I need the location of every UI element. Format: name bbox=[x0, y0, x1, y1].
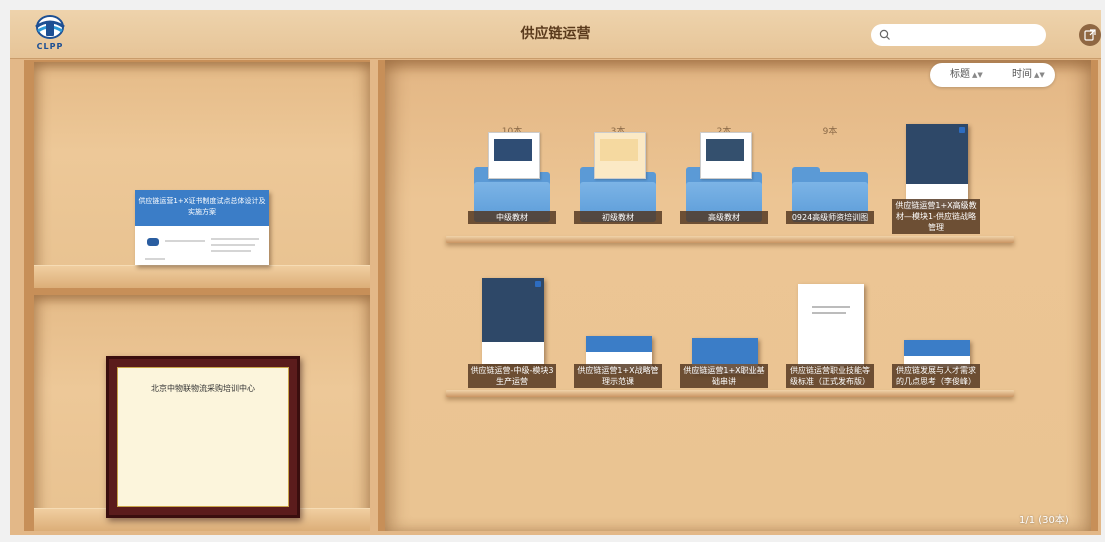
book-item[interactable]: 供应链运营1+X职业基础串讲 bbox=[680, 278, 768, 388]
search-box[interactable] bbox=[871, 24, 1046, 46]
text-line bbox=[211, 250, 251, 252]
book-item[interactable]: 供应链运营1+X高级教材—模块1-供应链战略管理 bbox=[892, 124, 980, 234]
item-label: 供应链运营1+X战略管理示范课 bbox=[574, 364, 662, 388]
book-item[interactable]: 供应链运营职业技能等级标准（正式发布版） bbox=[786, 278, 874, 388]
cover-art bbox=[586, 336, 652, 352]
item-label: 供应链发展与人才需求的几点思考（李俊峰） bbox=[892, 364, 980, 388]
plan-book[interactable]: 供应链运营1+X证书制度试点总体设计及实施方案 bbox=[135, 190, 269, 265]
text-line bbox=[145, 258, 165, 260]
search-icon bbox=[879, 29, 890, 40]
shelf-plank bbox=[446, 390, 1014, 397]
book-item[interactable]: 供应链运营1+X战略管理示范课 bbox=[574, 278, 662, 388]
item-label: 供应链运营职业技能等级标准（正式发布版） bbox=[786, 364, 874, 388]
book-cover bbox=[798, 284, 864, 366]
folder-item[interactable]: 2本 高级教材 bbox=[680, 124, 768, 224]
item-label: 0924高级师资培训图 bbox=[786, 211, 874, 224]
plan-book-logo-icon bbox=[147, 238, 159, 246]
sort-title-label: 标题 bbox=[950, 69, 970, 80]
shelf-floor bbox=[34, 265, 370, 288]
book-cover bbox=[482, 278, 544, 364]
text-line bbox=[165, 240, 205, 242]
item-count: 9本 bbox=[822, 127, 838, 137]
plan-book-title: 供应链运营1+X证书制度试点总体设计及实施方案 bbox=[135, 190, 269, 226]
cover-art bbox=[904, 340, 970, 356]
certificate-inner: 北京中物联物流采购培训中心 bbox=[117, 367, 289, 507]
sort-bar: 标题 ▲▼ 时间 ▲▼ bbox=[930, 63, 1055, 87]
item-label: 初级教材 bbox=[574, 211, 662, 224]
book-badge-icon bbox=[959, 127, 965, 133]
share-button[interactable] bbox=[1079, 24, 1101, 46]
item-label: 供应链运营1+X职业基础串讲 bbox=[680, 364, 768, 388]
certificate-frame[interactable]: 北京中物联物流采购培训中心 bbox=[106, 356, 300, 518]
book-item[interactable]: 供应链发展与人才需求的几点思考（李俊峰） bbox=[892, 278, 980, 388]
folder-item[interactable]: 3本 初级教材 bbox=[574, 124, 662, 224]
item-label: 中级教材 bbox=[468, 211, 556, 224]
book-item[interactable]: 供应链运营-中级-模块3生产运营 bbox=[468, 278, 556, 388]
book-badge-icon bbox=[535, 281, 541, 287]
cover-art bbox=[482, 278, 544, 342]
folder-item[interactable]: 10本 中级教材 bbox=[468, 124, 556, 224]
shelf-plank bbox=[446, 236, 1014, 243]
bookshelf-frame: CLPP 供应链运营 供应链运营1+X证书制度试点总体设计及实施方案 北京中物联… bbox=[10, 10, 1101, 535]
item-label: 供应链运营-中级-模块3生产运营 bbox=[468, 364, 556, 388]
book-cover bbox=[906, 124, 968, 210]
certificate-text: 北京中物联物流采购培训中心 bbox=[151, 384, 255, 393]
sort-arrows-icon: ▲▼ bbox=[972, 71, 983, 79]
item-label: 供应链运营1+X高级教材—模块1-供应链战略管理 bbox=[892, 199, 980, 234]
text-line bbox=[211, 244, 255, 246]
sort-by-title[interactable]: 标题 ▲▼ bbox=[950, 63, 983, 87]
folder-item[interactable]: 9本 0924高级师资培训图 bbox=[786, 124, 874, 224]
sort-arrows-icon: ▲▼ bbox=[1034, 71, 1045, 79]
top-bar: CLPP 供应链运营 bbox=[10, 10, 1101, 59]
sort-time-label: 时间 bbox=[1012, 69, 1032, 80]
external-link-icon bbox=[1084, 29, 1096, 41]
sort-by-time[interactable]: 时间 ▲▼ bbox=[1012, 63, 1045, 87]
item-label: 高级教材 bbox=[680, 211, 768, 224]
pagination-info: 1/1 (30本) bbox=[1019, 515, 1069, 526]
search-input[interactable] bbox=[895, 26, 1039, 46]
text-line bbox=[211, 238, 259, 240]
cover-art bbox=[692, 338, 758, 364]
cover-art bbox=[906, 124, 968, 184]
